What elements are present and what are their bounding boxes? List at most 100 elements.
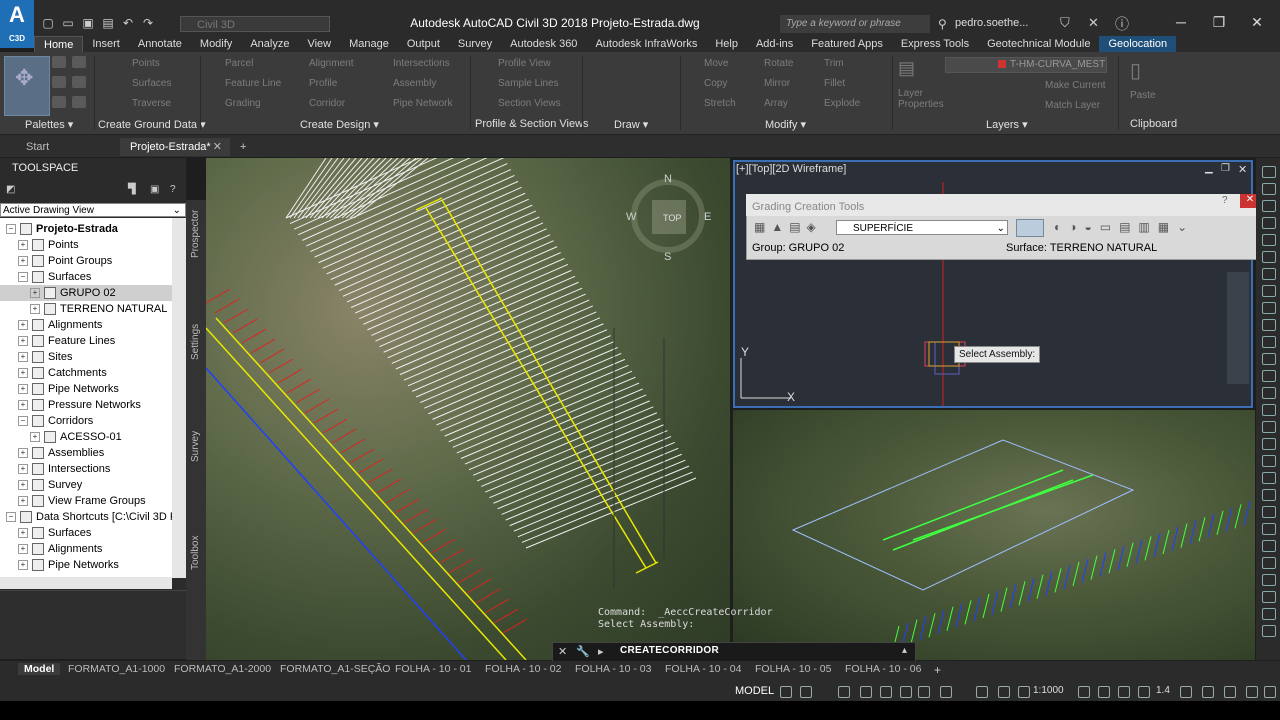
compass-w[interactable]: W [626,211,637,223]
layout-tab[interactable]: FOLHA - 10 - 02 [485,663,561,675]
tree-item[interactable]: + Points [0,237,172,253]
expand-toggle-icon[interactable]: − [18,272,28,283]
tool-palette-icon[interactable] [1262,251,1276,263]
tool-palette-icon[interactable] [1262,217,1276,229]
exchange-icon[interactable]: ✕ [1088,15,1099,31]
tool-palette-icon[interactable] [1262,166,1276,178]
tool-palette-icon[interactable] [1262,268,1276,280]
new-icon[interactable]: ▢ [40,16,56,30]
expand-toggle-icon[interactable]: + [18,368,28,379]
tool-palette-icon[interactable] [1262,302,1276,314]
tree-item[interactable]: + GRUPO 02 [0,285,172,301]
palette-icon[interactable] [52,76,66,88]
ribbon-tab[interactable]: Insert [83,36,129,52]
tool-palette-icon[interactable] [1262,404,1276,416]
plot-icon[interactable]: ▤ [100,16,116,30]
ribbon-tab[interactable]: Geolocation [1099,36,1177,52]
tree-item[interactable]: + Sites [0,349,172,365]
expand-toggle-icon[interactable]: + [30,288,40,299]
status-toggle-icon[interactable] [998,686,1010,698]
help-icon[interactable]: ⓘ [1115,14,1129,34]
new-tab-button[interactable]: + [230,138,256,156]
status-toggle-icon[interactable] [1246,686,1258,698]
expand-toggle-icon[interactable]: + [30,432,40,443]
layout-tab[interactable]: FOLHA - 10 - 04 [665,663,741,675]
grading-criteria-combo[interactable]: SUPERFÍCIE ⌄ [836,220,1008,235]
status-toggle-icon[interactable] [1118,686,1130,698]
layout-tab[interactable]: FOLHA - 10 - 06 [845,663,921,675]
tool-palette-icon[interactable] [1262,489,1276,501]
status-toggle-icon[interactable] [940,686,952,698]
compass-n[interactable]: N [664,173,672,185]
expand-toggle-icon[interactable]: − [18,416,28,427]
expand-toggle-icon[interactable]: + [18,496,28,507]
ribbon-tab[interactable]: Analyze [241,36,298,52]
add-layout-button[interactable]: + [934,663,941,677]
grading-toolbar-right[interactable]: ◐◑◒▭▤▥▦⌄ [1054,220,1195,234]
expand-toggle-icon[interactable]: + [18,352,28,363]
layout-tab[interactable]: Model [18,663,61,675]
navigation-bar[interactable] [1227,272,1249,384]
ribbon-tab[interactable]: Annotate [129,36,191,52]
ribbon-command[interactable]: Rotate [764,58,793,69]
tab-start[interactable]: Start [16,138,59,156]
panel-layers[interactable]: Layers ▾ [986,118,1028,131]
layout-tab[interactable]: FOLHA - 10 - 05 [755,663,831,675]
tool-palette-icon[interactable] [1262,506,1276,518]
ribbon-command[interactable]: Alignment [309,58,353,69]
expand-toggle-icon[interactable]: + [30,304,40,315]
ribbon-tab[interactable]: Autodesk 360 [501,36,586,52]
ribbon-tab[interactable]: Autodesk InfraWorks [586,36,706,52]
ribbon-command[interactable]: Feature Line [225,78,281,89]
expand-toggle-icon[interactable]: + [18,480,28,491]
layout-tab[interactable]: FORMATO_A1-1000 [68,663,165,675]
tree-item[interactable]: + Pipe Networks [0,381,172,397]
paste-button[interactable]: Paste [1130,90,1156,101]
tree-item[interactable]: + Feature Lines [0,333,172,349]
ribbon-command[interactable]: Array [764,98,788,109]
tree-item[interactable]: + View Frame Groups [0,493,172,509]
expand-toggle-icon[interactable]: + [18,256,28,267]
tool-palette-icon[interactable] [1262,387,1276,399]
toolspace-tree-icon[interactable]: ▜ [128,184,136,195]
tree-item[interactable]: + Pipe Networks [0,557,172,573]
command-customize-icon[interactable]: 🔧 [576,645,590,658]
cart-icon[interactable]: ⛉ [1060,15,1070,31]
palette-icon[interactable] [52,56,66,68]
layout-tab[interactable]: FORMATO_A1-2000 [174,663,271,675]
tree-item[interactable]: + Pressure Networks [0,397,172,413]
create-grading-button[interactable] [1016,219,1044,237]
ribbon-command[interactable]: Explode [824,98,860,109]
palette-icon[interactable] [72,56,86,68]
status-toggle-icon[interactable] [1180,686,1192,698]
ribbon-tab[interactable]: Modify [191,36,241,52]
undo-icon[interactable]: ↶ [120,16,136,30]
paste-icon[interactable]: ▯ [1130,58,1141,83]
tree-item[interactable]: + Alignments [0,317,172,333]
ribbon-command[interactable]: Section Views [498,98,561,109]
compass-s[interactable]: S [664,251,671,263]
grading-tools-help-icon[interactable]: ? [1222,195,1228,206]
ribbon-command[interactable]: Trim [824,58,844,69]
tool-palette-icon[interactable] [1262,591,1276,603]
expand-toggle-icon[interactable]: − [6,512,16,523]
tree-item[interactable]: + Intersections [0,461,172,477]
expand-toggle-icon[interactable]: + [18,240,28,251]
tree-item[interactable]: + ACESSO-01 [0,429,172,445]
tool-palette-icon[interactable] [1262,472,1276,484]
viewport-label[interactable]: [+][Top][2D Wireframe] [736,163,846,175]
panel-create-design[interactable]: Create Design ▾ [300,118,379,131]
ribbon-command[interactable]: Copy [704,78,727,89]
ribbon-tab[interactable]: View [298,36,340,52]
viewcube-top-label[interactable]: TOP [663,213,681,223]
ribbon-command[interactable]: Points [132,58,160,69]
ribbon-command[interactable]: Mirror [764,78,790,89]
close-button[interactable]: ✕ [1242,14,1272,31]
tree-item[interactable]: − Surfaces [0,269,172,285]
expand-toggle-icon[interactable]: + [18,320,28,331]
ribbon-command[interactable]: Surfaces [132,78,171,89]
tool-palette-icon[interactable] [1262,421,1276,433]
make-current-button[interactable]: Make Current [1045,80,1106,91]
tool-palette-icon[interactable] [1262,336,1276,348]
viewport-restore-icon[interactable]: ❐ [1221,163,1230,174]
